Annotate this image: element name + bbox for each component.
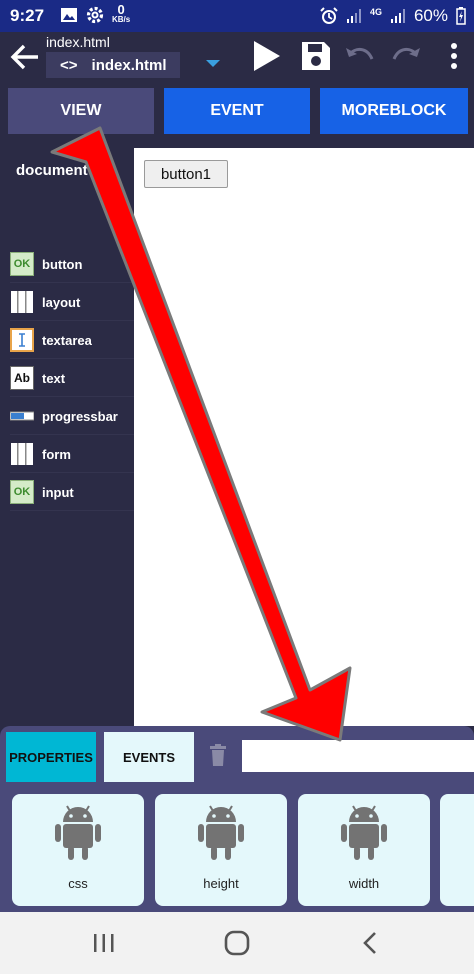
back-chevron-icon [363,932,376,954]
system-nav-bar [0,912,474,974]
widget-label: layout [42,294,81,310]
ok-icon: OK [10,480,34,504]
ok-icon-text: OK [10,252,34,276]
file-select-dropdown[interactable]: <> index.html [46,52,180,78]
home-icon [224,930,250,956]
redo-icon [392,48,420,60]
tab-event[interactable]: EVENT [164,88,310,134]
dropdown-caret-icon[interactable] [206,60,220,67]
design-canvas[interactable]: button1 [134,148,474,726]
widget-button[interactable]: OK button [10,246,134,283]
ab-icon-text: Ab [10,366,34,390]
gallery-icon [61,8,77,22]
recents-icon [94,934,114,952]
ok-icon: OK [10,252,34,276]
android-icon [198,805,244,860]
overflow-menu-button[interactable] [436,38,472,74]
document-label: document [16,162,88,179]
preview-button1[interactable]: button1 [144,160,228,188]
widget-progressbar[interactable]: progressbar [10,398,134,435]
undo-icon [346,48,374,60]
property-search-input[interactable] [242,740,474,772]
file-title: index.html [46,34,110,50]
play-icon [254,41,280,71]
widget-label: input [42,484,74,500]
save-icon [302,42,330,70]
file-select-value: index.html [91,56,167,74]
code-icon: <> [60,56,78,74]
trash-icon[interactable] [208,744,228,766]
battery-percent: 60% [413,6,448,25]
home-button[interactable] [219,926,255,960]
property-card-partial[interactable] [440,794,474,906]
status-bar: 9:27 0 KB/s 4G 60% [0,0,474,32]
property-card-css[interactable]: css [12,794,144,906]
widget-layout[interactable]: layout [10,284,134,321]
layout-icon [10,290,34,314]
network-type: 4G [369,7,382,17]
property-card-label: height [203,876,239,891]
property-card-label: width [348,876,380,891]
widget-label: progressbar [42,408,118,424]
editor-toolbar: index.html <> index.html [0,32,474,84]
redo-button[interactable] [388,38,424,74]
widget-text[interactable]: Ab text [10,360,134,397]
tab-view[interactable]: VIEW [8,88,154,134]
widget-label: button [42,256,83,272]
more-vert-icon [451,43,457,69]
widget-label: textarea [42,332,92,348]
recents-button[interactable] [86,926,122,960]
tab-properties[interactable]: PROPERTIES [6,732,96,782]
ab-icon: Ab [10,366,34,390]
property-card-height[interactable]: height [155,794,287,906]
network-speed-value: 0 [117,1,125,17]
android-icon [341,805,387,860]
main-tabs: VIEW EVENT MOREBLOCK [0,88,474,136]
back-nav-button[interactable] [352,926,388,960]
widget-input[interactable]: OK input [10,474,134,511]
widget-label: form [42,446,71,462]
progressbar-icon [10,404,34,428]
battery-charging-icon [456,7,466,25]
save-button[interactable] [298,38,334,74]
widget-textarea[interactable]: textarea [10,322,134,359]
property-card-label: css [68,876,88,891]
property-card-width[interactable]: width [298,794,430,906]
tab-events[interactable]: EVENTS [104,732,194,782]
alarm-icon [320,7,338,24]
tab-moreblock[interactable]: MOREBLOCK [320,88,468,134]
ok-icon-text: OK [10,480,34,504]
status-time: 9:27 [10,6,45,25]
settings-gear-icon [86,6,104,24]
network-speed-unit: KB/s [112,14,131,24]
run-button[interactable] [248,38,284,74]
widget-label: text [42,370,66,386]
layout-icon [10,442,34,466]
network-speed: 0 KB/s [112,3,130,24]
signal-icon-2 [390,9,405,23]
widget-form[interactable]: form [10,436,134,473]
android-icon [55,805,101,860]
text-cursor-icon [10,328,34,352]
signal-icon [346,9,361,23]
properties-panel: PROPERTIES EVENTS css height width [0,726,474,912]
back-arrow-icon[interactable] [8,40,42,74]
widget-palette: document OK button layout textarea Ab te… [0,148,134,726]
undo-button[interactable] [342,38,378,74]
